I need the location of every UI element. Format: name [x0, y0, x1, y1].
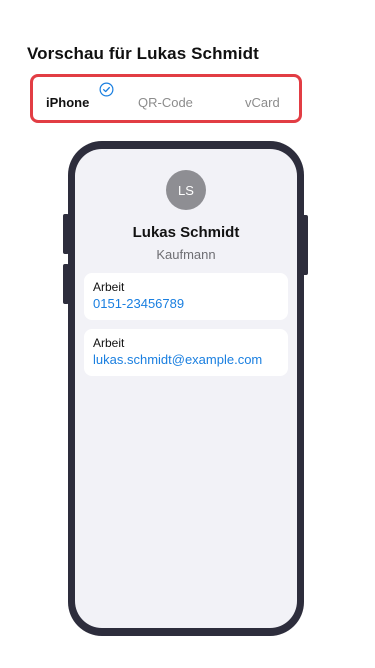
page-title: Vorschau für Lukas Schmidt — [27, 44, 259, 63]
tab-vcard[interactable]: vCard — [245, 95, 280, 110]
check-circle-icon — [99, 82, 114, 97]
preview-page: Vorschau für Lukas Schmidt iPhone QR-Cod… — [0, 0, 375, 668]
contact-name: Lukas Schmidt — [132, 224, 240, 241]
phone-screen: LS Lukas Schmidt Kaufmann Arbeit 0151-23… — [75, 149, 297, 628]
email-address-link[interactable]: lukas.schmidt@example.com — [93, 351, 288, 369]
phone-field-label: Arbeit — [93, 280, 125, 294]
preview-tab-bar: iPhone QR-Code vCard — [30, 74, 302, 123]
tab-iphone[interactable]: iPhone — [46, 95, 89, 110]
phone-number-link[interactable]: 0151-23456789 — [93, 295, 288, 313]
tab-qr-code[interactable]: QR-Code — [138, 95, 193, 110]
email-field-label: Arbeit — [93, 336, 125, 350]
phone-mockup: LS Lukas Schmidt Kaufmann Arbeit 0151-23… — [68, 141, 304, 636]
email-field-card: Arbeit lukas.schmidt@example.com — [84, 329, 288, 376]
contact-job-title: Kaufmann — [156, 247, 216, 262]
phone-field-card: Arbeit 0151-23456789 — [84, 273, 288, 320]
avatar: LS — [166, 170, 206, 210]
